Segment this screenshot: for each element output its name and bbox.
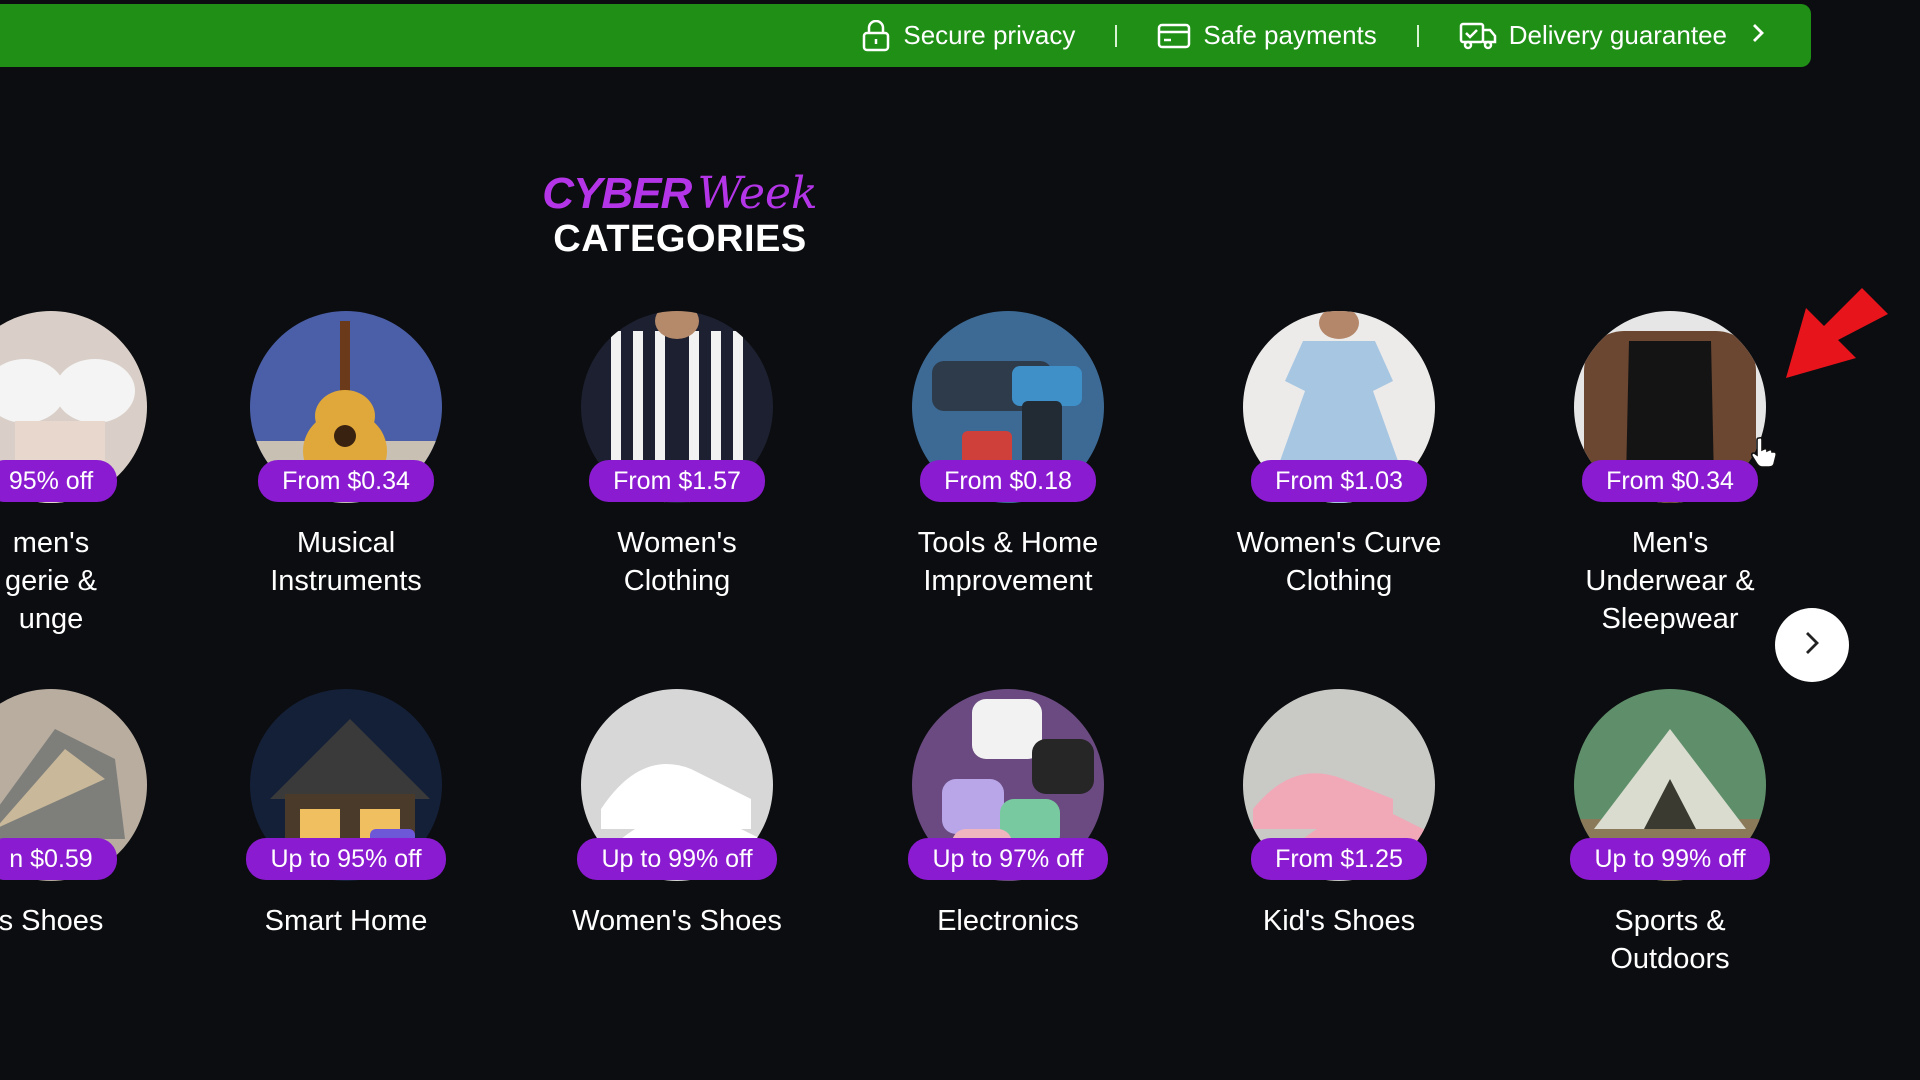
category-grid: 95% off men's gerie & unge From $0.34 Musi… — [0, 0, 1920, 1080]
category-name: Women's Shoes — [572, 905, 782, 937]
category-tile[interactable]: From $1.25 Kid's Shoes — [1229, 689, 1449, 940]
category-name: Electronics — [937, 905, 1079, 937]
category-tile[interactable]: From $0.34 Men's Underwear & Sleepwear — [1560, 311, 1780, 638]
category-tile[interactable]: From $0.18 Tools & Home Improvement — [898, 311, 1118, 600]
category-name: Musical Instruments — [270, 527, 422, 597]
category-badge: From $0.18 — [920, 460, 1096, 502]
category-tile[interactable]: Up to 99% off Women's Shoes — [567, 689, 787, 940]
category-badge: From $1.57 — [589, 460, 765, 502]
category-name: Men's Underwear & Sleepwear — [1585, 527, 1755, 635]
category-tile[interactable]: From $1.03 Women's Curve Clothing — [1229, 311, 1449, 600]
category-tile[interactable]: From $1.57 Women's Clothing — [567, 311, 787, 600]
category-tile[interactable]: From $0.34 Musical Instruments — [236, 311, 456, 600]
category-name: Sports & Outdoors — [1610, 905, 1730, 975]
chevron-right-icon — [1803, 630, 1821, 661]
category-name: Kid's Shoes — [1262, 905, 1416, 937]
category-badge: Up to 99% off — [577, 838, 777, 880]
category-name: Women's Clothing — [617, 527, 737, 597]
category-name: s Shoes — [0, 905, 104, 937]
category-tile[interactable]: Up to 99% off Sports & Outdoors — [1560, 689, 1780, 978]
category-tile[interactable]: Up to 97% off Electronics — [898, 689, 1118, 940]
category-badge: From $0.34 — [258, 460, 434, 502]
category-name: Women's Curve Clothing — [1236, 527, 1442, 597]
category-tile[interactable]: Up to 95% off Smart Home — [236, 689, 456, 940]
category-badge: Up to 95% off — [246, 838, 446, 880]
category-badge: n $0.59 — [0, 838, 117, 880]
category-badge: Up to 97% off — [908, 838, 1108, 880]
category-name: Smart Home — [264, 905, 428, 937]
category-name: Tools & Home Improvement — [917, 527, 1099, 597]
carousel-next-button[interactable] — [1775, 608, 1849, 682]
category-badge: From $1.25 — [1251, 838, 1427, 880]
category-badge: 95% off — [0, 460, 118, 502]
category-badge: From $1.03 — [1251, 460, 1427, 502]
category-tile[interactable]: n $0.59 s Shoes — [0, 689, 161, 940]
hand-cursor-icon — [1750, 436, 1778, 473]
category-name: men's gerie & unge — [5, 527, 97, 635]
red-arrow-icon — [1780, 284, 1892, 389]
category-badge: From $0.34 — [1582, 460, 1758, 502]
category-badge: Up to 99% off — [1570, 838, 1770, 880]
category-tile[interactable]: 95% off men's gerie & unge — [0, 311, 161, 638]
